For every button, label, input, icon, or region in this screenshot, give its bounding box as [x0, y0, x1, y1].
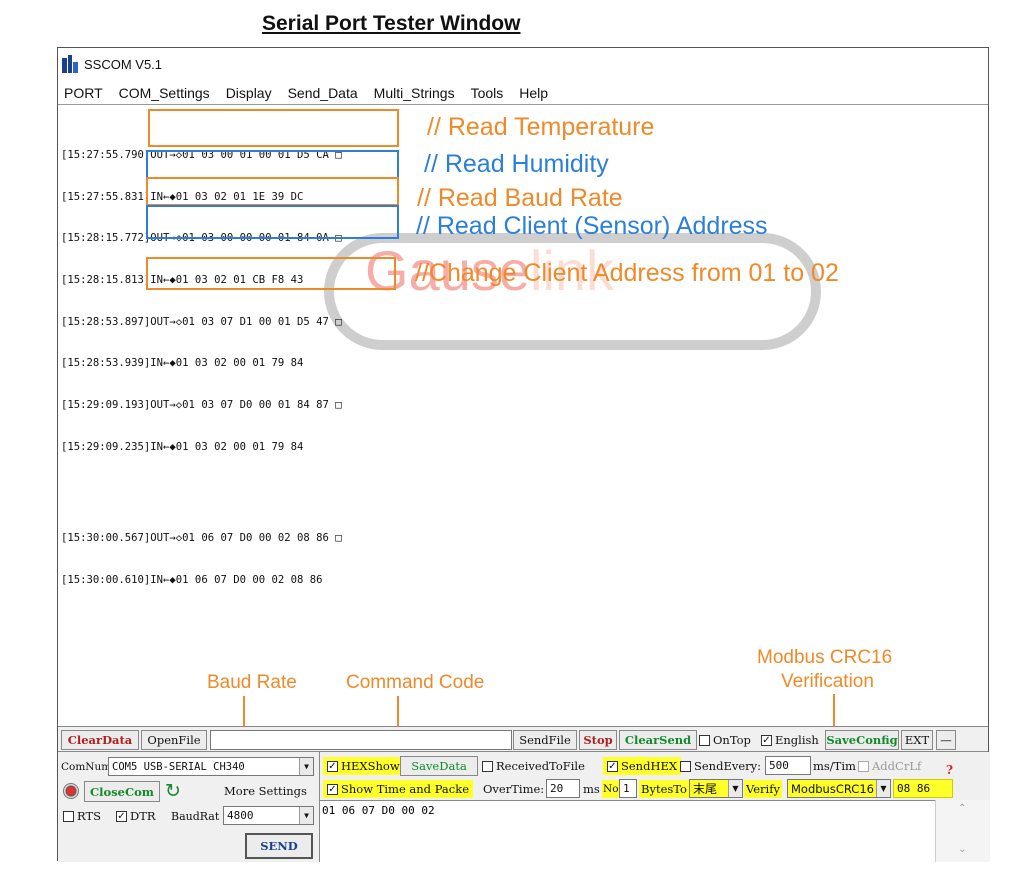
menu-display[interactable]: Display — [226, 85, 272, 101]
verify-select[interactable]: ModbusCRC16 ▼ — [787, 779, 891, 798]
chevron-down-icon: ▼ — [299, 758, 313, 775]
english-checkbox[interactable]: ✓ English — [761, 732, 819, 748]
collapse-button[interactable]: — — [936, 730, 956, 750]
chevron-down-icon: ▼ — [299, 807, 313, 824]
received-to-file-checkbox[interactable]: ReceivedToFile — [482, 758, 585, 774]
dtr-checkbox[interactable]: ✓ DTR — [116, 808, 156, 824]
log-line: [15:29:09.235]IN←◆01 03 02 00 01 79 84 — [61, 440, 304, 453]
record-icon — [63, 783, 79, 799]
callout-command-code: Command Code — [346, 672, 485, 693]
annotation-change-address: //Change Client Address from 01 to 02 — [415, 259, 839, 287]
highlight-change-address — [146, 257, 396, 290]
overtime-input[interactable]: 20 — [546, 779, 580, 798]
add-crlf-checkbox[interactable]: AddCrLf — [858, 758, 921, 774]
log-line: [15:30:00.567]OUT→◇01 06 07 D0 00 02 08 … — [61, 532, 342, 545]
menu-port[interactable]: PORT — [64, 85, 103, 101]
highlight-temperature — [148, 109, 399, 147]
menu-com-settings[interactable]: COM_Settings — [119, 85, 210, 101]
interval-unit-label: ms/Tim — [813, 759, 856, 773]
titlebar: SSCOM V5.1 — [58, 48, 988, 80]
annotation-temperature: // Read Temperature — [427, 113, 655, 141]
comnum-label: ComNum — [61, 761, 112, 773]
log-line: [15:29:09.193]OUT→◇01 03 07 D0 00 01 84 … — [61, 399, 342, 412]
annotation-humidity: // Read Humidity — [424, 150, 609, 178]
baudrate-label: BaudRat — [171, 809, 220, 823]
ms-label: ms — [583, 782, 600, 796]
sscom-app-icon — [62, 55, 78, 73]
callout-crc-line1: Modbus CRC16 — [757, 647, 893, 668]
more-settings-link[interactable]: More Settings — [224, 783, 307, 799]
bytes-to-select[interactable]: 末尾 ▼ — [689, 779, 743, 798]
hex-show-checkbox[interactable]: ✓ HEXShow — [323, 757, 404, 775]
page-heading: Serial Port Tester Window — [262, 12, 521, 35]
save-config-button[interactable]: SaveConfig — [825, 730, 899, 750]
send-scrollbar[interactable]: ⌃ ⌄ — [935, 800, 990, 862]
close-com-button[interactable]: CloseCom — [84, 781, 160, 802]
callout-crc-line2: Verification — [781, 671, 874, 692]
port-settings-panel: ComNum COM5 USB-SERIAL CH340 ▼ CloseCom ↻… — [58, 752, 320, 862]
scroll-down-icon[interactable]: ⌄ — [958, 844, 966, 855]
menu-help[interactable]: Help — [519, 85, 548, 101]
menubar: PORT COM_Settings Display Send_Data Mult… — [58, 81, 988, 105]
interval-input[interactable]: 500 — [765, 756, 811, 775]
refresh-icon[interactable]: ↻ — [165, 780, 181, 802]
help-icon[interactable]: ? — [946, 762, 953, 778]
ext-button[interactable]: EXT — [901, 730, 933, 750]
bytes-to-label: BytesTo — [639, 780, 689, 798]
chevron-down-icon: ▼ — [728, 780, 742, 797]
toolbar: ClearData OpenFile SendFile Stop ClearSe… — [58, 726, 988, 752]
send-data-input[interactable]: 01 06 07 D0 00 02 — [320, 800, 935, 862]
menu-tools[interactable]: Tools — [471, 85, 504, 101]
callout-baud-rate: Baud Rate — [207, 672, 297, 693]
send-file-button[interactable]: SendFile — [513, 730, 577, 750]
annotation-address: // Read Client (Sensor) Address — [416, 212, 768, 240]
log-line: [15:28:53.939]IN←◆01 03 02 00 01 79 84 — [61, 357, 304, 370]
crc-output: 08 86 — [893, 779, 953, 798]
menu-send-data[interactable]: Send_Data — [288, 85, 358, 101]
annotation-baud: // Read Baud Rate — [417, 184, 623, 212]
send-hex-checkbox[interactable]: ✓ SendHEX — [603, 757, 682, 775]
stop-button[interactable]: Stop — [579, 730, 617, 750]
log-line: [15:28:53.897]OUT→◇01 03 07 D1 00 01 D5 … — [61, 315, 342, 328]
highlight-baud — [146, 177, 399, 206]
verify-label: Verify — [744, 780, 782, 798]
clear-data-button[interactable]: ClearData — [61, 730, 139, 750]
file-path-input[interactable] — [210, 730, 512, 750]
no-label: No — [602, 780, 620, 798]
com-port-select[interactable]: COM5 USB-SERIAL CH340 ▼ — [108, 757, 314, 776]
send-every-checkbox[interactable]: SendEvery: — [680, 758, 761, 774]
baudrate-select[interactable]: 4800 ▼ — [223, 806, 314, 825]
rts-checkbox[interactable]: RTS — [63, 808, 101, 824]
log-line: [15:30:00.610]IN←◆01 06 07 D0 00 02 08 8… — [61, 573, 323, 586]
sscom-window: SSCOM V5.1 PORT COM_Settings Display Sen… — [57, 47, 990, 862]
scroll-up-icon[interactable]: ⌃ — [958, 803, 966, 814]
on-top-checkbox[interactable]: OnTop — [699, 732, 751, 748]
highlight-humidity — [146, 150, 399, 179]
show-time-checkbox[interactable]: ✓ Show Time and Packe — [323, 780, 473, 798]
highlight-address — [146, 205, 399, 239]
no-input[interactable]: 1 — [619, 779, 637, 798]
open-file-button[interactable]: OpenFile — [141, 730, 207, 750]
chevron-down-icon: ▼ — [876, 780, 890, 797]
window-title: SSCOM V5.1 — [84, 56, 163, 72]
clear-send-button[interactable]: ClearSend — [619, 730, 697, 750]
send-button[interactable]: SEND — [245, 833, 313, 859]
overtime-label: OverTime: — [483, 782, 545, 796]
save-data-button[interactable]: SaveData — [400, 756, 478, 776]
menu-multi-strings[interactable]: Multi_Strings — [374, 85, 455, 101]
